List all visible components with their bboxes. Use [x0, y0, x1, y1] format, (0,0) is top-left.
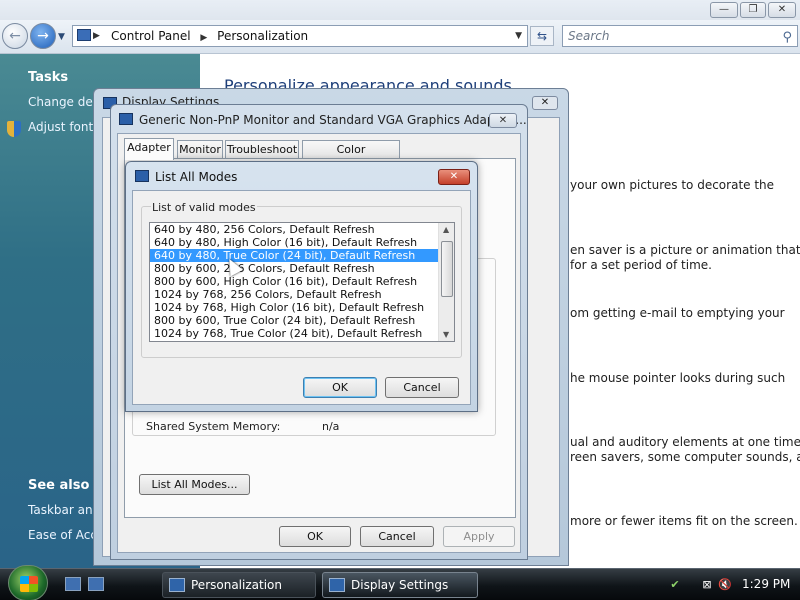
scroll-up-icon[interactable]: ▲	[443, 225, 449, 234]
sounds-description: om getting e-mail to emptying your	[570, 306, 785, 320]
recent-pages-dropdown-icon[interactable]: ▼	[58, 32, 65, 42]
mode-list-item[interactable]: 1024 by 768, 256 Colors, Default Refresh	[150, 288, 454, 301]
tab-adapter[interactable]: Adapter	[124, 138, 174, 160]
control-panel-icon	[77, 29, 91, 41]
address-bar: ← → ▼ ▶ Control Panel ▶ Personalization …	[0, 20, 800, 54]
monitor-icon	[169, 578, 185, 592]
mode-list-item[interactable]: 640 by 480, High Color (16 bit), Default…	[150, 236, 454, 249]
display-settings-icon	[329, 578, 345, 592]
taskbar-button-personalization[interactable]: Personalization	[162, 572, 316, 598]
windows-logo-icon	[20, 576, 38, 592]
monitor-icon	[119, 113, 133, 125]
volume-muted-icon[interactable]: 🔇	[718, 578, 732, 592]
shield-icon	[7, 121, 21, 137]
search-input[interactable]: Search ⚲	[562, 25, 798, 47]
modes-listbox[interactable]: 640 by 480, 256 Colors, Default Refresh …	[149, 222, 455, 342]
taskbar-clock[interactable]: 1:29 PM	[742, 577, 790, 591]
modes-dialog-body: List of valid modes 640 by 480, 256 Colo…	[132, 190, 471, 405]
search-placeholder: Search	[568, 29, 610, 43]
apply-button[interactable]: Apply	[443, 526, 515, 547]
ok-button[interactable]: OK	[279, 526, 351, 547]
mode-list-item[interactable]: 800 by 600, High Color (16 bit), Default…	[150, 275, 454, 288]
security-status-icon[interactable]: ✔	[668, 578, 682, 592]
start-button[interactable]	[8, 565, 48, 600]
close-button[interactable]: ✕	[768, 2, 796, 18]
mode-list-item[interactable]: 800 by 600, True Color (24 bit), Default…	[150, 314, 454, 327]
back-arrow-icon[interactable]: ←	[2, 23, 28, 49]
modes-close-icon[interactable]: ✕	[438, 169, 470, 185]
display-settings-description: more or fewer items fit on the screen.	[570, 514, 798, 528]
forward-arrow-icon[interactable]: →	[30, 23, 56, 49]
list-all-modes-button[interactable]: List All Modes...	[139, 474, 250, 495]
sidebar-item-taskbar[interactable]: Taskbar and	[28, 503, 100, 517]
taskbar: Personalization Display Settings ✔ ⊠ 🔇 1…	[0, 565, 800, 600]
scrollbar-thumb[interactable]	[441, 241, 453, 297]
modes-dialog-title: List All Modes	[155, 170, 238, 184]
screen-saver-description: en saver is a picture or animation that	[570, 243, 800, 257]
explorer-title-bar: — ❐ ✕	[0, 0, 800, 20]
mode-list-item[interactable]: 640 by 480, True Color (24 bit), Default…	[150, 249, 454, 262]
taskbar-button-label: Personalization	[191, 578, 282, 592]
modes-ok-button[interactable]: OK	[303, 377, 377, 398]
modes-scrollbar[interactable]: ▲ ▼	[438, 223, 454, 341]
mode-list-item[interactable]: 1024 by 768, High Color (16 bit), Defaul…	[150, 301, 454, 314]
tab-troubleshoot[interactable]: Troubleshoot	[225, 140, 299, 159]
modes-cancel-button[interactable]: Cancel	[385, 377, 459, 398]
screen-saver-description-2: for a set period of time.	[570, 258, 712, 272]
mouse-pointers-description: he mouse pointer looks during such	[570, 371, 786, 385]
adapter-close-icon[interactable]: ✕	[489, 113, 517, 128]
breadcrumb-chevron-icon: ▶	[200, 33, 208, 43]
scroll-down-icon[interactable]: ▼	[443, 330, 449, 339]
cancel-button[interactable]: Cancel	[360, 526, 434, 547]
mode-list-item[interactable]: 1024 by 768, True Color (24 bit), Defaul…	[150, 327, 454, 340]
list-all-modes-dialog: List All Modes ✕ List of valid modes 640…	[125, 161, 478, 412]
mode-list-item[interactable]: 800 by 600, 256 Colors, Default Refresh	[150, 262, 454, 275]
restore-button[interactable]: ❐	[740, 2, 766, 18]
shared-memory-label: Shared System Memory:	[146, 420, 281, 433]
show-desktop-icon[interactable]	[65, 577, 81, 591]
network-icon[interactable]: ⊠	[700, 578, 714, 592]
mode-list-item[interactable]: 640 by 480, 256 Colors, Default Refresh	[150, 223, 454, 236]
switch-windows-icon[interactable]	[88, 577, 104, 591]
theme-description-2: reen savers, some computer sounds, and	[570, 450, 800, 464]
sidebar-item-adjust-font-size[interactable]: Adjust font s	[28, 120, 103, 134]
address-dropdown-icon[interactable]: ▼	[515, 26, 522, 46]
tab-color-management[interactable]: Color Management	[302, 140, 400, 173]
monitor-icon	[135, 170, 149, 182]
display-settings-close-icon[interactable]: ✕	[532, 96, 558, 110]
tab-monitor[interactable]: Monitor	[177, 140, 223, 159]
adapter-dialog-title: Generic Non-PnP Monitor and Standard VGA…	[139, 113, 527, 127]
shared-memory-value: n/a	[322, 420, 340, 433]
breadcrumb-chevron-icon: ▶	[93, 31, 100, 41]
theme-description: ual and auditory elements at one time	[570, 435, 800, 449]
taskbar-button-display-settings[interactable]: Display Settings	[322, 572, 478, 598]
valid-modes-label: List of valid modes	[151, 201, 257, 214]
desktop-background-description: your own pictures to decorate the	[570, 178, 775, 192]
breadcrumb-control-panel[interactable]: Control Panel	[111, 29, 191, 43]
search-icon[interactable]: ⚲	[782, 28, 792, 48]
breadcrumb-personalization[interactable]: Personalization	[217, 29, 308, 43]
minimize-button[interactable]: —	[710, 2, 738, 18]
sidebar-tasks-heading: Tasks	[28, 70, 69, 85]
sidebar-see-also-heading: See also	[28, 478, 90, 493]
address-field[interactable]: ▶ Control Panel ▶ Personalization ▼	[72, 25, 528, 47]
refresh-icon[interactable]: ⇆	[530, 26, 554, 46]
taskbar-button-label: Display Settings	[351, 578, 449, 592]
